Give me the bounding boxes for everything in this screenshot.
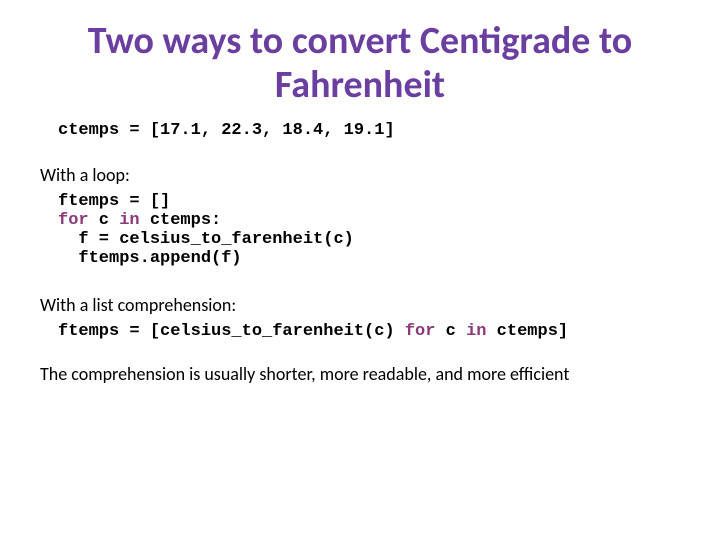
code-initial: ctemps = [17.1, 22.3, 18.4, 19.1] — [58, 121, 680, 140]
code-text: c — [89, 211, 120, 230]
section-comprehension-label: With a list comprehension: — [40, 294, 680, 316]
code-comprehension-line: ftemps = [celsius_to_farenheit(c) for c … — [58, 322, 680, 341]
code-loop-line4: ftemps.append(f) — [58, 249, 680, 268]
code-text: ftemps = [celsius_to_farenheit(c) — [58, 322, 405, 341]
code-text: ctemps: — [140, 211, 222, 230]
keyword-in: in — [466, 322, 486, 341]
keyword-for: for — [405, 322, 436, 341]
code-text: ctemps] — [486, 322, 568, 341]
code-loop-line3: f = celsius_to_farenheit(c) — [58, 230, 680, 249]
code-loop-line2: for c in ctemps: — [58, 211, 680, 230]
code-loop-line1: ftemps = [] — [58, 192, 680, 211]
keyword-for: for — [58, 211, 89, 230]
keyword-in: in — [119, 211, 139, 230]
page-title: Two ways to convert Centigrade to Fahren… — [40, 20, 680, 107]
code-text: c — [435, 322, 466, 341]
section-loop-label: With a loop: — [40, 164, 680, 186]
footer-text: The comprehension is usually shorter, mo… — [40, 363, 680, 385]
